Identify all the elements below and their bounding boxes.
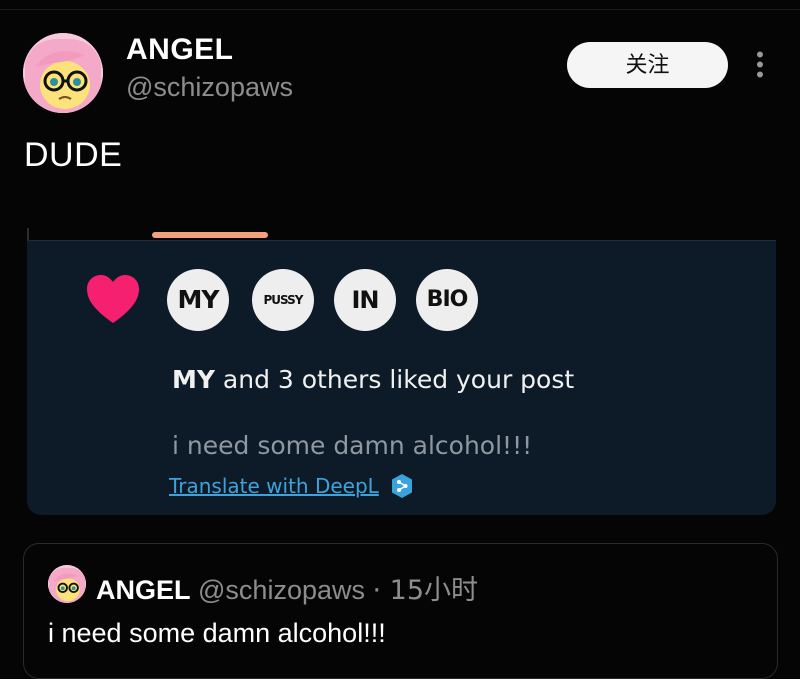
translate-label[interactable]: Translate with DeepL xyxy=(169,474,379,498)
avatar-badge: BIO xyxy=(416,269,478,331)
quoted-author-name: ANGEL xyxy=(96,575,191,605)
avatar-badge: MY xyxy=(167,269,229,331)
quoted-post-time: · 15小时 xyxy=(372,575,479,606)
author-avatar[interactable] xyxy=(23,33,103,113)
quoted-post-header: ANGEL @schizopaws · 15小时 xyxy=(96,568,478,607)
deepl-icon xyxy=(391,474,412,498)
quoted-post[interactable]: ANGEL @schizopaws · 15小时 i need some dam… xyxy=(23,543,778,679)
more-vertical-icon[interactable]: • • • xyxy=(750,44,770,86)
notification-quote: i need some damn alcohol!!! xyxy=(172,431,533,460)
avatar-badge: PUSSY xyxy=(252,269,314,331)
heart-icon xyxy=(87,275,139,323)
screenshot-tab-indicator xyxy=(152,232,268,238)
like-notification-text: MY and 3 others liked your post xyxy=(172,365,574,394)
quoted-author-handle: @schizopaws xyxy=(198,575,365,605)
pony-avatar-icon xyxy=(48,565,86,603)
quoted-avatar xyxy=(48,565,86,603)
liked-rest: and 3 others liked your post xyxy=(214,365,575,394)
post-text: DUDE xyxy=(24,136,123,174)
avatar-badge: IN xyxy=(334,269,396,331)
translate-link[interactable]: Translate with DeepL xyxy=(169,473,415,499)
attached-screenshot[interactable]: MY PUSSY IN BIO MY and 3 others liked yo… xyxy=(27,241,776,515)
top-divider xyxy=(0,9,800,10)
follow-button[interactable]: 关注 xyxy=(567,42,728,88)
liker-name: MY xyxy=(172,365,215,394)
author-name[interactable]: ANGEL xyxy=(126,33,234,67)
pony-avatar-icon xyxy=(23,33,103,113)
quoted-post-text: i need some damn alcohol!!! xyxy=(48,618,386,648)
author-handle[interactable]: @schizopaws xyxy=(126,72,293,103)
